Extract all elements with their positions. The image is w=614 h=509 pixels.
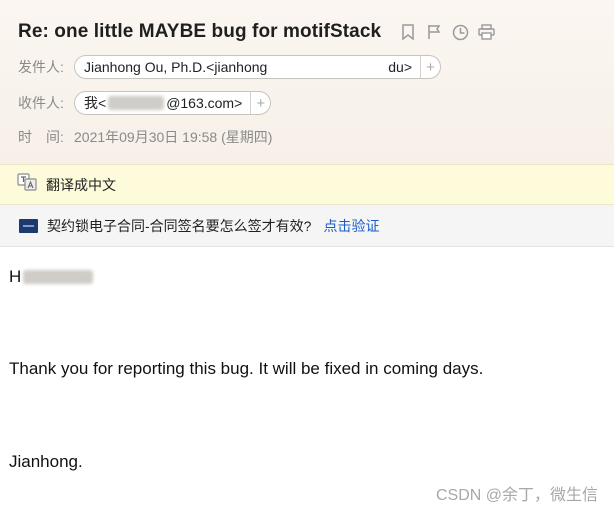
- recipient-chip[interactable]: 我< @163.com> +: [74, 91, 272, 115]
- greeting-line: H: [9, 267, 94, 287]
- ad-logo-icon: [19, 218, 38, 233]
- time-label: 时 间:: [18, 129, 64, 145]
- recipient-prefix: 我<: [84, 95, 107, 111]
- from-row: 发件人: Jianhong Ou, Ph.D.<jianhong du> +: [18, 55, 441, 79]
- signature: Jianhong.: [9, 452, 83, 471]
- sender-name: Jianhong Ou, Ph.D.<jianhong: [84, 59, 268, 75]
- print-icon[interactable]: [477, 23, 495, 41]
- toolbar-icons: [399, 23, 495, 41]
- recipient-suffix: @163.com>: [166, 95, 243, 111]
- translate-icon: [17, 173, 37, 196]
- add-contact-button[interactable]: +: [420, 56, 440, 78]
- bookmark-icon[interactable]: [399, 23, 417, 41]
- subject-row: Re: one little MAYBE bug for motifStack: [18, 19, 495, 45]
- time-row: 时 间: 2021年09月30日 19:58 (星期四): [18, 127, 272, 147]
- redacted-region: [23, 270, 94, 284]
- ad-bar: 契约锁电子合同-合同签名要怎么签才有效? 点击验证: [0, 205, 614, 247]
- to-label: 收件人:: [18, 95, 64, 111]
- ad-verify-link[interactable]: 点击验证: [323, 216, 379, 236]
- time-value: 2021年09月30日 19:58 (星期四): [74, 129, 273, 145]
- mail-header: Re: one little MAYBE bug for motifStack …: [0, 0, 614, 164]
- to-row: 收件人: 我< @163.com> +: [18, 91, 272, 115]
- redacted-region: [108, 96, 165, 110]
- ad-text: 契约锁电子合同-合同签名要怎么签才有效?: [47, 217, 312, 234]
- translate-button[interactable]: 翻译成中文: [46, 175, 116, 195]
- translate-bar[interactable]: 翻译成中文: [0, 164, 614, 205]
- add-contact-button[interactable]: +: [250, 92, 270, 114]
- sender-suffix: du>: [388, 59, 412, 75]
- sender-chip[interactable]: Jianhong Ou, Ph.D.<jianhong du> +: [74, 55, 441, 79]
- greeting-text: H: [9, 267, 22, 286]
- flag-icon[interactable]: [425, 23, 443, 41]
- from-label: 发件人:: [18, 59, 64, 75]
- body-line-1: Thank you for reporting this bug. It wil…: [9, 359, 484, 378]
- watermark: CSDN @余丁，微生信: [435, 487, 598, 504]
- mail-subject: Re: one little MAYBE bug for motifStack: [18, 21, 382, 42]
- clock-icon[interactable]: [451, 23, 469, 41]
